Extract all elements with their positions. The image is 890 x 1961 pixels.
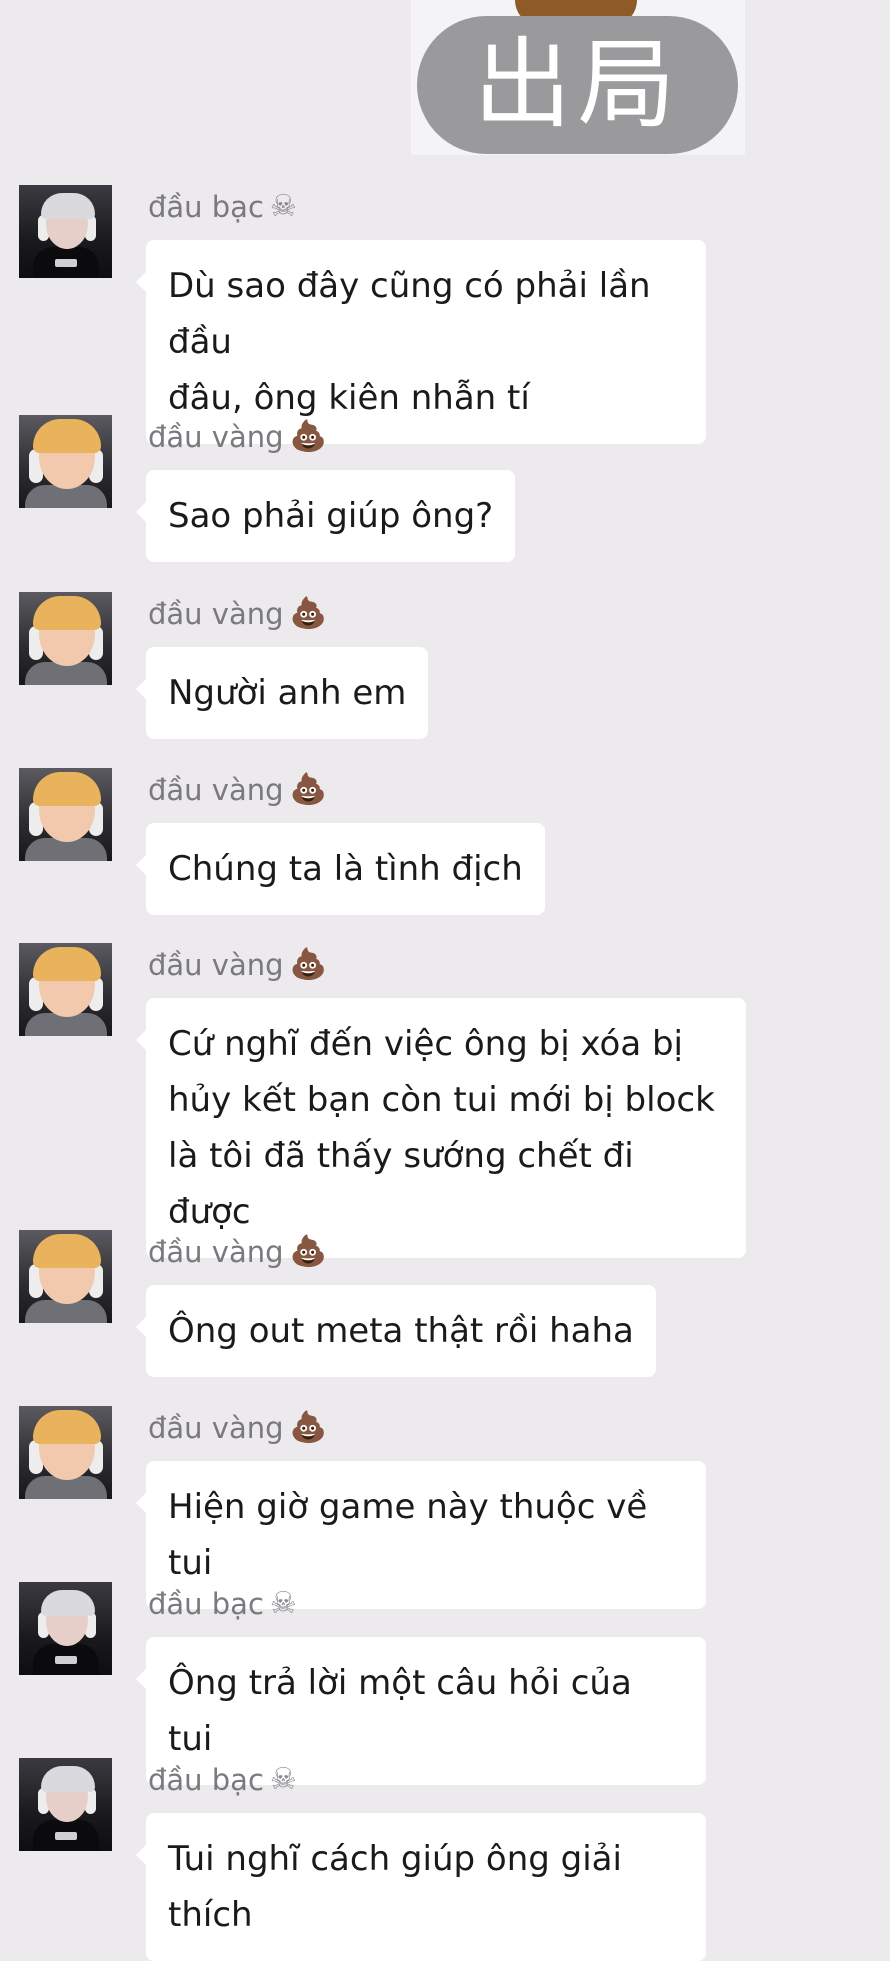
sticker-caption: 出局 (417, 16, 738, 154)
sender-name-row: đầu vàng 💩 (148, 417, 327, 457)
sender-name: đầu vàng (148, 1411, 284, 1445)
avatar-hair (41, 1590, 95, 1616)
message-bubble[interactable]: Dù sao đây cũng có phải lần đầu đâu, ông… (136, 240, 706, 444)
message-text-line: hủy kết bạn còn tui mới bị block (168, 1080, 715, 1120)
avatar[interactable] (19, 415, 112, 508)
pile-of-poo-icon: 💩 (289, 1234, 327, 1269)
sender-name: đầu vàng (148, 597, 284, 631)
avatar-logo (55, 259, 77, 267)
sender-name-row: đầu bạc ☠ (148, 1760, 297, 1800)
sender-name: đầu vàng (148, 1235, 284, 1269)
avatar-hair (41, 1766, 95, 1792)
message-text-line: Hiện giờ game này thuộc về tui (168, 1487, 648, 1583)
avatar[interactable] (19, 1230, 112, 1323)
skull-crossbones-icon: ☠ (269, 1586, 297, 1621)
sender-name-row: đầu vàng 💩 (148, 1408, 327, 1448)
sender-name-row: đầu vàng 💩 (148, 594, 327, 634)
message-text-line: là tôi đã thấy sướng chết đi được (168, 1136, 634, 1232)
skull-crossbones-icon: ☠ (269, 189, 297, 224)
sender-name: đầu vàng (148, 948, 284, 982)
sender-name-row: đầu vàng 💩 (148, 945, 327, 985)
sender-name: đầu bạc (148, 190, 264, 224)
skull-crossbones-icon: ☠ (269, 1762, 297, 1797)
avatar[interactable] (19, 943, 112, 1036)
avatar-hair (41, 193, 95, 219)
sender-name: đầu vàng (148, 773, 284, 807)
message-bubble[interactable]: Chúng ta là tình địch (136, 823, 545, 915)
avatar[interactable] (19, 1582, 112, 1675)
message-text-line: Chúng ta là tình địch (168, 849, 523, 889)
message-text-line: Dù sao đây cũng có phải lần đầu (168, 266, 651, 362)
pile-of-poo-icon: 💩 (289, 772, 327, 807)
message-bubble[interactable]: Cứ nghĩ đến việc ông bị xóa bị hủy kết b… (136, 998, 746, 1258)
sender-name-row: đầu bạc ☠ (148, 187, 297, 227)
pile-of-poo-icon: 💩 (289, 596, 327, 631)
sender-name: đầu vàng (148, 420, 284, 454)
pile-of-poo-icon: 💩 (289, 947, 327, 982)
message-text-line: Ông trả lời một câu hỏi của tui (168, 1663, 632, 1759)
pile-of-poo-icon: 💩 (289, 1410, 327, 1445)
message-bubble[interactable]: Người anh em (135, 647, 429, 739)
message-text-line: Cứ nghĩ đến việc ông bị xóa bị (168, 1024, 683, 1064)
exit-sticker-image[interactable]: 出局 (411, 0, 745, 155)
pile-of-poo-icon: 💩 (289, 419, 327, 454)
message-text-line: Sao phải giúp ông? (168, 496, 494, 536)
avatar-logo (55, 1832, 77, 1840)
message-bubble[interactable]: Ông out meta thật rồi haha (136, 1285, 656, 1377)
message-text-line: Ông out meta thật rồi haha (168, 1311, 634, 1351)
sender-name-row: đầu vàng 💩 (148, 1232, 327, 1272)
avatar-logo (55, 1656, 77, 1664)
sender-name-row: đầu vàng 💩 (148, 770, 327, 810)
avatar[interactable] (19, 1406, 112, 1499)
message-text-line: Người anh em (168, 673, 407, 713)
avatar[interactable] (19, 1758, 112, 1851)
sender-name: đầu bạc (148, 1587, 264, 1621)
avatar[interactable] (19, 592, 112, 685)
message-text-line: Tui nghĩ cách giúp ông giải thích (168, 1839, 622, 1935)
message-bubble[interactable]: Sao phải giúp ông? (135, 470, 516, 562)
message-bubble[interactable]: Tui nghĩ cách giúp ông giải thích (136, 1813, 706, 1961)
avatar[interactable] (19, 185, 112, 278)
avatar[interactable] (19, 768, 112, 861)
sender-name: đầu bạc (148, 1763, 264, 1797)
sender-name-row: đầu bạc ☠ (148, 1584, 297, 1624)
